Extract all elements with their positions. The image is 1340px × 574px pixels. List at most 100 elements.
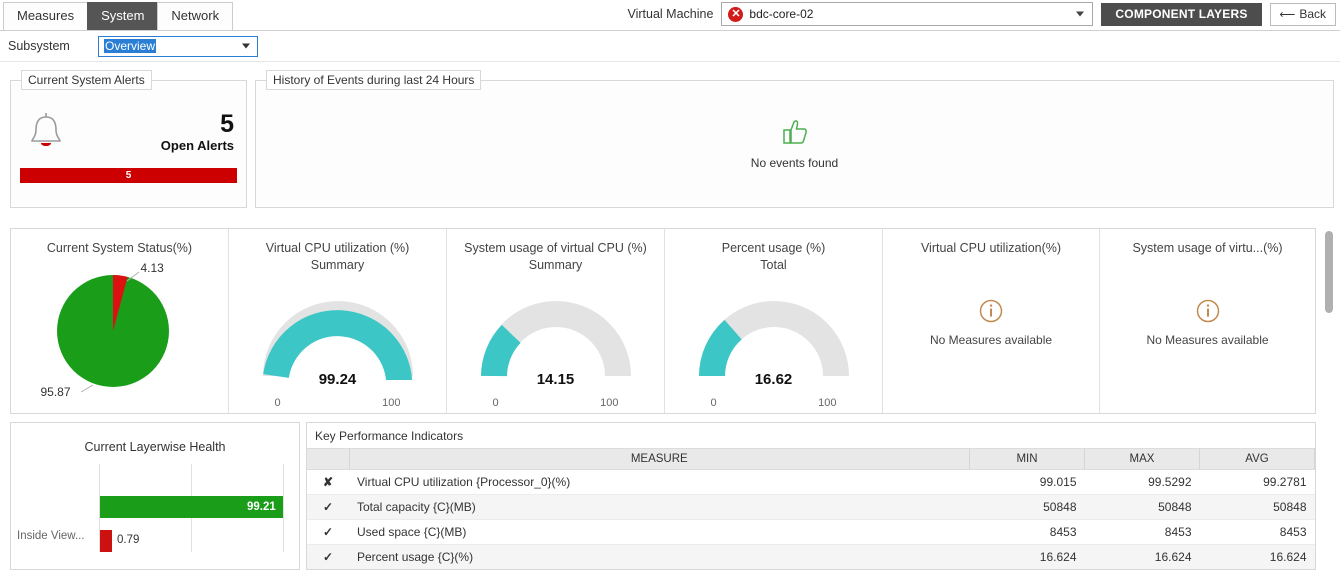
vertical-scrollbar[interactable] — [1323, 228, 1334, 574]
pie-chart-body: 4.13 95.87 — [35, 259, 205, 399]
gauge1-value: 99.24 — [318, 371, 357, 388]
row-status-icon: ✓ — [307, 494, 349, 520]
bell-icon — [25, 110, 67, 154]
table-row[interactable]: ✓ Used space {C}(MB) 8453 8453 8453 — [307, 519, 1315, 545]
tab-network[interactable]: Network — [157, 2, 234, 30]
kpi-col-max[interactable]: MAX — [1084, 448, 1200, 470]
gauge3-ticks: 0 100 — [699, 397, 849, 409]
kpi-col-avg[interactable]: AVG — [1199, 448, 1315, 470]
subsystem-label: Subsystem — [8, 39, 70, 53]
error-badge-icon: ✕ — [728, 6, 744, 22]
top-panels: Current System Alerts 5 Open Alerts 5 Hi… — [0, 62, 1340, 208]
current-layerwise-health-chart[interactable]: Current Layerwise Health Inside View... … — [10, 422, 300, 570]
empty1-text: No Measures available — [929, 333, 1053, 347]
kpi-col-min[interactable]: MIN — [969, 448, 1085, 470]
kpi-table: MEASURE MIN MAX AVG ✘ Virtual CPU utiliz… — [307, 448, 1315, 569]
vm-label: Virtual Machine — [627, 7, 714, 21]
health-chart-body: Inside View... 99.21 0.79 — [11, 464, 299, 562]
health-bar-unhealthy-value: 0.79 — [117, 534, 140, 546]
kpi-col-status — [307, 448, 350, 470]
row-min: 8453 — [969, 519, 1085, 545]
table-row[interactable]: ✓ Percent usage {C}(%) 16.624 16.624 16.… — [307, 544, 1315, 569]
subsystem-row: Subsystem Overview — [0, 31, 1340, 62]
gauge1-subtitle: Summary — [310, 258, 365, 272]
bottom-row: Current Layerwise Health Inside View... … — [10, 422, 1316, 570]
info-circle-icon — [1196, 299, 1220, 328]
top-bar: Measures System Network Virtual Machine … — [0, 0, 1340, 31]
row-measure: Percent usage {C}(%) — [349, 544, 970, 569]
gauge1-title: Virtual CPU utilization (%) — [265, 241, 410, 255]
row-status-icon: ✓ — [307, 519, 349, 545]
gauge2-value: 14.15 — [536, 371, 575, 388]
gauge2-max-label: 100 — [600, 397, 619, 409]
row-status-icon: ✘ — [307, 469, 349, 495]
back-button-label: Back — [1299, 7, 1326, 21]
gauge3-min-label: 0 — [710, 397, 717, 409]
empty2-body: No Measures available — [1146, 299, 1269, 347]
row-max: 16.624 — [1084, 544, 1200, 569]
main-tabs: Measures System Network — [3, 2, 234, 30]
tab-system[interactable]: System — [87, 2, 159, 30]
back-arrow-icon: ⟵ — [1279, 8, 1296, 21]
health-category-label: Inside View... — [17, 530, 85, 542]
table-row[interactable]: ✘ Virtual CPU utilization {Processor_0}(… — [307, 469, 1315, 495]
system-usage-virtual-cpu-gauge[interactable]: System usage of virtual CPU (%) Summary … — [447, 229, 665, 413]
virtual-cpu-utilization-gauge[interactable]: Virtual CPU utilization (%) Summary 99.2… — [229, 229, 447, 413]
pie-slice-label-critical: 4.13 — [140, 261, 164, 275]
gauge3-subtitle: Total — [760, 258, 787, 272]
row-measure: Total capacity {C}(MB) — [349, 494, 970, 520]
alerts-body: 5 Open Alerts — [11, 90, 246, 168]
row-measure: Used space {C}(MB) — [349, 519, 970, 545]
row-avg: 8453 — [1199, 519, 1315, 545]
virtual-cpu-utilization-empty-panel[interactable]: Virtual CPU utilization(%) No Measures a… — [883, 229, 1100, 413]
alerts-severity-bar[interactable]: 5 — [20, 168, 237, 183]
gauge3-title: Percent usage (%) — [721, 241, 826, 255]
current-system-status-chart[interactable]: Current System Status(%) 4.13 95.87 — [11, 229, 229, 413]
subsystem-select[interactable]: Overview — [98, 35, 258, 57]
key-performance-indicators-panel: Key Performance Indicators MEASURE MIN M… — [306, 422, 1316, 570]
vm-selected-value: bdc-core-02 — [749, 7, 814, 21]
alerts-panel-title: Current System Alerts — [21, 70, 152, 90]
gauge2-title: System usage of virtual CPU (%) — [464, 241, 647, 255]
row-avg: 16.624 — [1199, 544, 1315, 569]
gridline — [283, 464, 284, 552]
health-bar-healthy-value: 99.21 — [247, 501, 276, 513]
gauge1-max-label: 100 — [382, 397, 401, 409]
kpi-col-measure[interactable]: MEASURE — [349, 448, 970, 470]
empty2-text: No Measures available — [1146, 333, 1269, 347]
events-panel-title: History of Events during last 24 Hours — [266, 70, 482, 90]
row-status-icon: ✓ — [307, 544, 349, 569]
gauge2-min-label: 0 — [492, 397, 499, 409]
tab-measures[interactable]: Measures — [3, 2, 89, 30]
chevron-down-icon — [242, 43, 250, 49]
kpi-panel-title: Key Performance Indicators — [315, 429, 464, 443]
gauge2-ticks: 0 100 — [481, 397, 631, 409]
chevron-down-icon — [1076, 11, 1085, 17]
dashboard-scroll-area: Current System Status(%) 4.13 95.87 Virt… — [10, 228, 1334, 574]
system-usage-virtual-empty-panel[interactable]: System usage of virtu...(%) No Measures … — [1100, 229, 1315, 413]
health-bar-unhealthy[interactable] — [100, 530, 112, 552]
subsystem-selected-value: Overview — [104, 39, 157, 53]
component-layers-button[interactable]: COMPONENT LAYERS — [1101, 2, 1262, 26]
current-system-alerts-panel: Current System Alerts 5 Open Alerts 5 — [10, 70, 247, 208]
row-avg: 50848 — [1199, 494, 1315, 520]
row-min: 50848 — [969, 494, 1085, 520]
empty1-body: No Measures available — [930, 299, 1052, 347]
percent-usage-gauge[interactable]: Percent usage (%) Total 16.62 0 100 — [665, 229, 883, 413]
scrollbar-thumb[interactable] — [1325, 231, 1333, 313]
gauge2-subtitle: Summary — [528, 258, 583, 272]
gauge1-min-label: 0 — [274, 397, 281, 409]
row-avg: 99.2781 — [1199, 469, 1315, 495]
open-alerts-count: 5 — [220, 110, 234, 138]
gauge3-body: 16.62 0 100 — [698, 300, 849, 409]
alerts-count-block: 5 Open Alerts — [160, 110, 234, 154]
vm-select[interactable]: ✕ bdc-core-02 — [721, 2, 1094, 26]
gauge1-ticks: 0 100 — [263, 397, 413, 409]
table-row[interactable]: ✓ Total capacity {C}(MB) 50848 50848 508… — [307, 494, 1315, 520]
charts-strip: Current System Status(%) 4.13 95.87 Virt… — [10, 228, 1316, 414]
gauge3-value: 16.62 — [754, 371, 793, 388]
back-button[interactable]: ⟵ Back — [1269, 2, 1336, 26]
open-alerts-label: Open Alerts — [160, 138, 234, 153]
history-of-events-panel: History of Events during last 24 Hours N… — [255, 70, 1334, 208]
kpi-table-header-row: MEASURE MIN MAX AVG — [307, 448, 1315, 470]
